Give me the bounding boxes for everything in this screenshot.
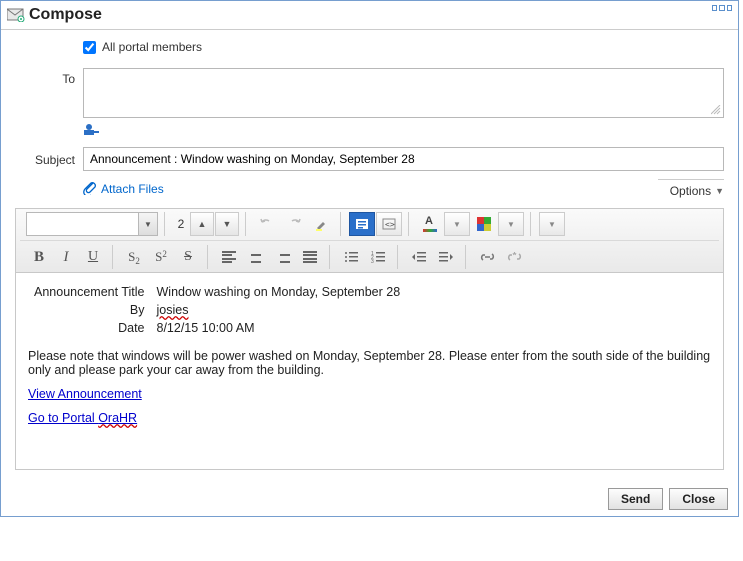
redo-button[interactable] <box>281 212 307 236</box>
indent-button[interactable] <box>433 245 459 269</box>
announcement-date-label: Date <box>28 319 151 337</box>
subject-label: Subject <box>15 147 83 167</box>
announcement-header-table: Announcement Title Window washing on Mon… <box>28 283 406 337</box>
options-toggle[interactable]: Options ▼ <box>658 179 724 198</box>
options-label: Options <box>670 184 711 198</box>
mode-wysiwyg-button[interactable] <box>349 212 375 236</box>
subscript-button[interactable]: S2 <box>121 245 147 269</box>
dialog-footer: Send Close <box>1 480 738 516</box>
table-row: Date 8/12/15 10:00 AM <box>28 319 406 337</box>
align-left-button[interactable] <box>216 245 242 269</box>
italic-button[interactable]: I <box>53 245 79 269</box>
align-justify-button[interactable] <box>297 245 323 269</box>
send-button[interactable]: Send <box>608 488 663 510</box>
editor-toolbar: ▼ 2 ▲ ▼ <box>15 208 724 273</box>
window-menu-icon[interactable] <box>712 5 732 13</box>
align-right-button[interactable] <box>270 245 296 269</box>
font-size-up-button[interactable]: ▲ <box>190 212 214 236</box>
title-bar: Compose <box>1 1 738 30</box>
chevron-down-icon: ▼ <box>138 213 157 235</box>
outdent-button[interactable] <box>406 245 432 269</box>
font-size-down-button[interactable]: ▼ <box>215 212 239 236</box>
go-to-portal-link[interactable]: Go to Portal OraHR <box>28 411 137 425</box>
paperclip-icon <box>83 180 97 198</box>
chevron-down-icon: ▼ <box>715 186 724 196</box>
font-family-select[interactable]: ▼ <box>26 212 158 236</box>
to-label: To <box>15 68 83 86</box>
all-portal-members-label: All portal members <box>102 40 202 54</box>
resize-handle-icon[interactable] <box>711 105 721 115</box>
view-announcement-link[interactable]: View Announcement <box>28 387 142 401</box>
more-dropdown[interactable]: ▼ <box>539 212 565 236</box>
mode-source-button[interactable]: <> <box>376 212 402 236</box>
font-color-dropdown[interactable]: ▼ <box>444 212 470 236</box>
all-portal-members-checkbox[interactable] <box>83 41 96 54</box>
attach-files-label: Attach Files <box>101 182 164 196</box>
highlight-button[interactable] <box>308 212 334 236</box>
window-title: Compose <box>29 6 102 24</box>
announcement-title-value: Window washing on Monday, September 28 <box>151 283 407 301</box>
person-picker-icon[interactable] <box>83 122 724 139</box>
close-button[interactable]: Close <box>669 488 728 510</box>
table-row: Announcement Title Window washing on Mon… <box>28 283 406 301</box>
compose-window: Compose All portal members To <box>0 0 739 517</box>
to-field[interactable] <box>83 68 724 118</box>
subject-input[interactable] <box>83 147 724 171</box>
announcement-body-text: Please note that windows will be power w… <box>28 349 711 377</box>
bold-button[interactable]: B <box>26 245 52 269</box>
bg-color-dropdown[interactable]: ▼ <box>498 212 524 236</box>
font-color-button[interactable] <box>417 212 443 236</box>
number-list-button[interactable]: 123 <box>365 245 391 269</box>
announcement-by-label: By <box>28 301 151 319</box>
align-center-button[interactable] <box>243 245 269 269</box>
strikethrough-button[interactable]: S <box>175 245 201 269</box>
font-size-value: 2 <box>173 217 189 231</box>
underline-button[interactable]: U <box>80 245 106 269</box>
bullet-list-button[interactable] <box>338 245 364 269</box>
announcement-date-value: 8/12/15 10:00 AM <box>151 319 407 337</box>
undo-button[interactable] <box>254 212 280 236</box>
unlink-button[interactable] <box>501 245 527 269</box>
svg-text:3: 3 <box>371 259 374 263</box>
mail-compose-icon <box>7 8 25 22</box>
announcement-by-value: josies <box>157 303 189 317</box>
announcement-title-label: Announcement Title <box>28 283 151 301</box>
superscript-button[interactable]: S2 <box>148 245 174 269</box>
bg-color-button[interactable] <box>471 212 497 236</box>
attach-files-link[interactable]: Attach Files <box>83 180 164 198</box>
editor-content[interactable]: Announcement Title Window washing on Mon… <box>15 273 724 470</box>
svg-text:<>: <> <box>385 220 395 229</box>
link-button[interactable] <box>474 245 500 269</box>
table-row: By josies <box>28 301 406 319</box>
